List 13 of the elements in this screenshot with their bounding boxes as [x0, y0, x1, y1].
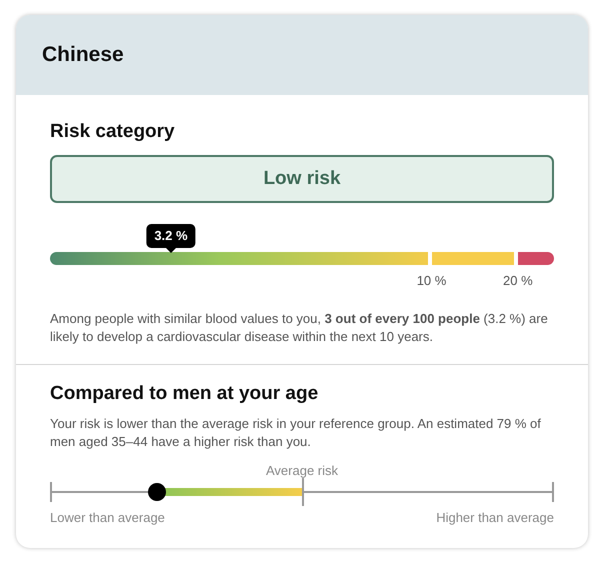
risk-category-badge: Low risk: [50, 155, 554, 203]
risk-marker-tooltip: 3.2 %: [146, 224, 196, 248]
card-title: Chinese: [42, 43, 124, 67]
tick-label: 10 %: [416, 273, 446, 288]
section-title: Compared to men at your age: [50, 383, 320, 405]
comparison-description: Your risk is lower than the average risk in your reference group. An estimated 79 % of men aged 35–44 have a higher risk than you.: [50, 415, 542, 451]
tick-label: 20 %: [503, 273, 533, 288]
risk-description: Among people with similar blood values to you, 3 out of every 100 people (3.2 %) are likely to develop a cardiovascular disease within the next 10 years.: [50, 310, 549, 346]
section-title: Risk category: [50, 121, 176, 143]
scale-label: Lower than average: [50, 510, 165, 525]
risk-scale-very-high-segment: [518, 252, 554, 265]
scale-label: Higher than average: [436, 510, 554, 525]
average-label: Average risk: [266, 463, 338, 478]
